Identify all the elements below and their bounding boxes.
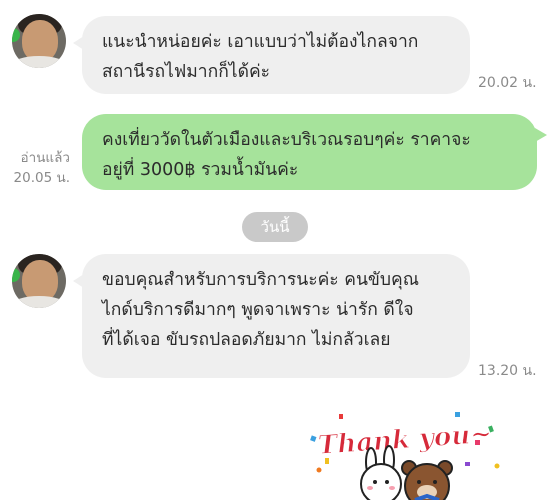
date-separator: วันนี้	[242, 212, 308, 242]
incoming-message-bubble[interactable]: ขอบคุณสำหรับการบริการนะค่ะ คนขับคุณ ไกด์…	[73, 254, 470, 378]
message-text-line: ไกด์บริการดีมากๆ พูดจาเพราะ น่ารัก ดีใจ	[102, 300, 414, 320]
message-text-line: อยู่ที่ 3000฿ รวมน้ำมันค่ะ	[102, 160, 299, 180]
message-text-line: คงเที่ยววัดในตัวเมืองและบริเวณรอบๆค่ะ รา…	[102, 130, 471, 150]
message-text-line: แนะนำหน่อยค่ะ เอาแบบว่าไม่ต้องไกลจาก	[102, 32, 419, 52]
read-receipt: อ่านแล้ว 20.05 น.	[6, 148, 70, 188]
incoming-message-bubble[interactable]: แนะนำหน่อยค่ะ เอาแบบว่าไม่ต้องไกลจาก สถา…	[73, 16, 470, 94]
message-text-line: สถานีรถไฟมากก็ได้ค่ะ	[102, 62, 271, 82]
outgoing-message-bubble[interactable]: คงเที่ยววัดในตัวเมืองและบริเวณรอบๆค่ะ รา…	[82, 114, 547, 190]
leaf-icon	[12, 28, 20, 42]
sender-avatar[interactable]	[12, 254, 66, 308]
sender-avatar[interactable]	[12, 14, 66, 68]
message-text-line: ที่ได้เจอ ขับรถปลอดภัยมาก ไม่กลัวเลย	[102, 330, 391, 350]
thank-you-sticker[interactable]: Thank you~	[305, 410, 505, 504]
read-time-label: 20.05 น.	[13, 170, 70, 186]
bear-character-icon	[401, 460, 453, 504]
message-text-line: ขอบคุณสำหรับการบริการนะค่ะ คนขับคุณ	[102, 270, 419, 290]
leaf-icon	[12, 268, 20, 282]
message-timestamp: 20.02 น.	[478, 75, 537, 91]
sticker-art: Thank you~	[310, 412, 500, 504]
message-timestamp: 13.20 น.	[478, 363, 537, 379]
read-status-label: อ่านแล้ว	[20, 150, 70, 166]
sticker-text: Thank you~	[317, 419, 493, 461]
